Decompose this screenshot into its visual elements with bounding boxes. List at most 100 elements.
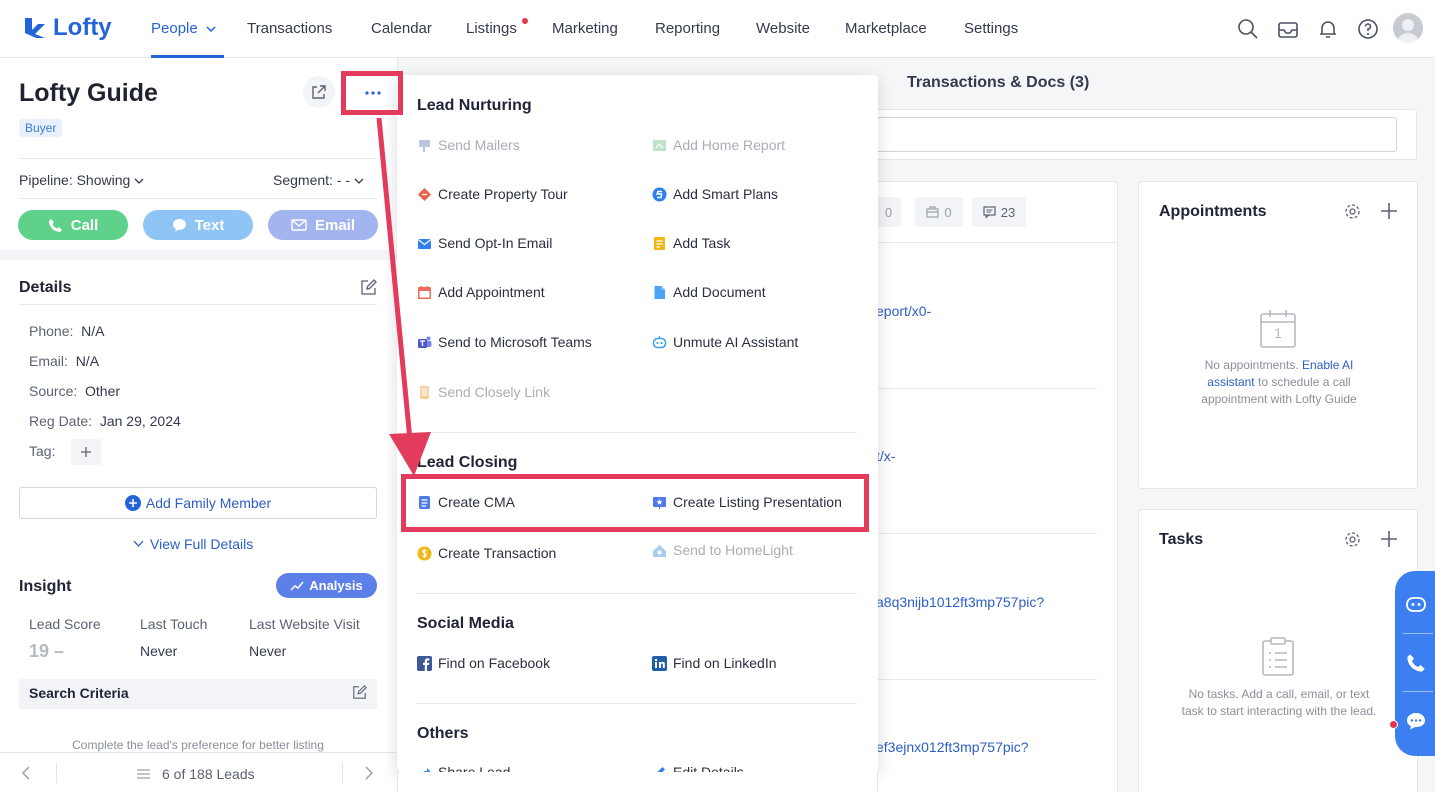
search-criteria-hint: Complete the lead's preference for bette… (72, 738, 324, 752)
gear-icon[interactable] (1344, 531, 1361, 548)
menu-add-smart-plans[interactable]: Add Smart Plans (652, 186, 778, 202)
last-touch-value: Never (140, 643, 178, 659)
edit-icon[interactable] (352, 685, 367, 700)
lofty-logo-icon (25, 18, 45, 38)
search-icon[interactable] (1237, 18, 1259, 40)
text-label: Text (194, 216, 225, 234)
briefcase-icon (926, 206, 939, 218)
nav-reporting[interactable]: Reporting (655, 20, 720, 37)
email-field-label: Email: (29, 353, 68, 369)
lead-profile-panel: Lofty Guide Buyer Pipeline: Showing Segm… (0, 58, 398, 792)
menu-add-task[interactable]: Add Task (652, 235, 730, 251)
inbox-icon[interactable] (1277, 18, 1299, 40)
menu-send-opt-in-email[interactable]: Send Opt-In Email (417, 235, 552, 251)
timeline-link-2[interactable]: t/x- (876, 448, 895, 464)
send-ms-teams-label: Send to Microsoft Teams (438, 334, 592, 350)
count-b-value: 0 (944, 204, 952, 220)
appointments-card: Appointments 1 No appointments. Enable A… (1138, 181, 1418, 489)
chat-icon[interactable] (1405, 711, 1427, 731)
lofty-logo[interactable]: Lofty (22, 14, 112, 42)
pipeline-select[interactable]: Pipeline: Showing (19, 172, 144, 188)
help-icon[interactable] (1357, 18, 1379, 40)
nav-transactions[interactable]: Transactions (247, 20, 332, 37)
brand-name: Lofty (53, 14, 112, 41)
menu-create-property-tour[interactable]: Create Property Tour (417, 186, 568, 202)
segment-select[interactable]: Segment: - - (273, 172, 364, 188)
filter-count-notes[interactable]: 23 (972, 197, 1026, 227)
email-button[interactable]: Email (268, 210, 378, 240)
timeline-link-3[interactable]: a8q3nijb1012ft3mp757pic? (876, 594, 1044, 610)
tab-transactions-docs[interactable]: Transactions & Docs (3) (907, 74, 1089, 92)
divider (56, 763, 57, 783)
social-media-heading: Social Media (417, 615, 514, 632)
menu-add-home-report[interactable]: Add Home Report (652, 137, 785, 153)
menu-add-appointment[interactable]: Add Appointment (417, 284, 545, 300)
menu-send-mailers[interactable]: Send Mailers (417, 137, 520, 153)
user-avatar[interactable] (1393, 13, 1423, 43)
nav-settings[interactable]: Settings (964, 20, 1018, 37)
lead-pager: 6 of 188 Leads (0, 752, 397, 792)
chevron-down-icon[interactable] (206, 25, 216, 33)
filter-count-a[interactable]: 0 (876, 197, 901, 227)
view-full-details-link[interactable]: View Full Details (133, 536, 253, 552)
gear-icon[interactable] (1344, 203, 1361, 220)
call-button[interactable]: Call (18, 210, 128, 240)
menu-find-on-facebook[interactable]: Find on Facebook (417, 655, 550, 671)
clipboard-icon (1262, 637, 1294, 676)
edit-icon[interactable] (360, 279, 377, 296)
appointments-empty-a: No appointments. (1204, 358, 1299, 372)
send-opt-in-email-label: Send Opt-In Email (438, 235, 553, 251)
chevron-right-icon[interactable] (363, 766, 375, 780)
nav-people[interactable]: People (151, 20, 198, 37)
send-homelight-label: Send to HomeLight (673, 542, 793, 558)
menu-divider (417, 703, 857, 704)
phone-icon[interactable] (1406, 653, 1426, 673)
phone-icon (48, 218, 62, 232)
divider (19, 198, 377, 199)
nav-website[interactable]: Website (756, 20, 810, 37)
add-smart-plans-label: Add Smart Plans (673, 186, 779, 202)
nav-marketplace[interactable]: Marketplace (845, 20, 927, 37)
lead-nurturing-heading: Lead Nurturing (417, 97, 532, 114)
filter-count-b[interactable]: 0 (915, 197, 963, 227)
nav-listings[interactable]: Listings (466, 20, 517, 37)
text-button[interactable]: Text (143, 210, 253, 240)
menu-find-on-linkedin[interactable]: Find on LinkedIn (652, 655, 777, 671)
send-closely-label: Send Closely Link (438, 384, 551, 400)
menu-send-to-microsoft-teams[interactable]: Send to Microsoft Teams (417, 334, 592, 350)
plus-icon[interactable] (1380, 202, 1398, 220)
add-family-member-button[interactable]: Add Family Member (19, 487, 377, 519)
divider (1403, 691, 1433, 692)
nav-marketing[interactable]: Marketing (552, 20, 618, 37)
assistant-icon[interactable] (1405, 595, 1427, 615)
menu-send-to-homelight[interactable]: Send to HomeLight (652, 542, 793, 558)
nav-calendar[interactable]: Calendar (371, 20, 432, 37)
menu-add-document[interactable]: Add Document (652, 284, 766, 300)
timeline-link-4[interactable]: ef3ejnx012ft3mp757pic? (876, 739, 1029, 755)
add-tag-button[interactable] (71, 439, 101, 465)
menu-unmute-ai-assistant[interactable]: Unmute AI Assistant (652, 334, 798, 350)
add-home-report-label: Add Home Report (673, 137, 786, 153)
appointments-title: Appointments (1159, 203, 1267, 220)
bell-icon[interactable] (1317, 18, 1339, 40)
support-widget (1395, 571, 1435, 756)
share-button[interactable] (303, 76, 335, 108)
add-family-label: Add Family Member (145, 495, 272, 511)
facebook-icon (417, 655, 432, 671)
menu-share-lead[interactable]: Share Lead (417, 764, 510, 772)
chevron-left-icon[interactable] (20, 766, 32, 780)
menu-send-closely-link[interactable]: Send Closely Link (417, 384, 550, 400)
plus-icon (81, 447, 91, 457)
last-visit-label: Last Website Visit (249, 616, 360, 632)
source-value: Other (85, 383, 121, 399)
plus-icon[interactable] (1380, 530, 1398, 548)
count-c-value: 23 (1000, 204, 1016, 220)
lead-name: Lofty Guide (19, 79, 158, 107)
menu-create-transaction[interactable]: Create Transaction (417, 545, 556, 561)
top-navigation: Lofty People Transactions Calendar Listi… (0, 0, 1435, 58)
menu-edit-details[interactable]: Edit Details (652, 764, 744, 772)
analysis-button[interactable]: Analysis (276, 573, 377, 598)
divider (342, 763, 343, 783)
timeline-link-1[interactable]: eport/x0- (876, 303, 931, 319)
mailbox-icon (417, 138, 432, 153)
